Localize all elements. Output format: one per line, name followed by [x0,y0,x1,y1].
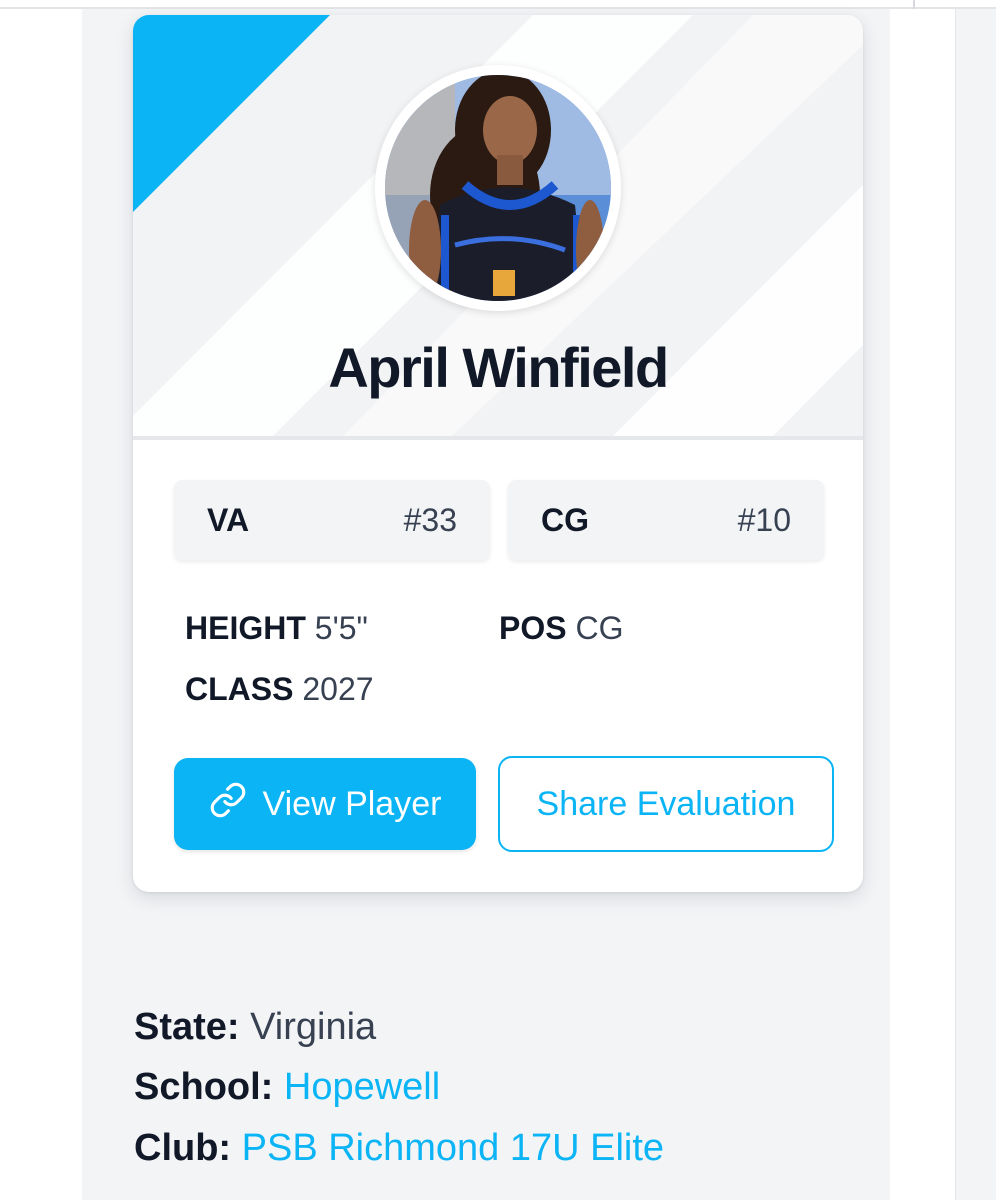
position-rank-label: CG [541,502,589,538]
club-line: Club: PSB Richmond 17U Elite [134,1127,664,1170]
class-label: CLASS [185,671,294,707]
player-photo [385,75,611,301]
share-evaluation-button[interactable]: Share Evaluation [498,756,834,852]
height-stat: HEIGHT 5'5" [185,610,368,647]
position-rank-value: #10 [737,502,791,538]
state-label: State: [134,1006,240,1048]
avatar-frame [375,65,621,311]
card-header: April Winfield [133,15,863,436]
height-value: 5'5" [314,610,368,646]
player-name: April Winfield [328,336,669,399]
club-link[interactable]: PSB Richmond 17U Elite [242,1127,664,1169]
school-label: School: [134,1066,274,1108]
class-stat: CLASS 2027 [185,671,374,708]
class-value: 2027 [302,671,374,707]
avatar [385,75,611,301]
position-rank-box: CG #10 [508,480,824,560]
height-label: HEIGHT [185,610,306,646]
pos-value: CG [575,610,624,646]
state-value: Virginia [250,1006,377,1048]
header-divider [133,436,863,440]
state-line: State: Virginia [134,1006,376,1049]
pos-label: POS [499,610,567,646]
position-stat: POS CG [499,610,623,647]
club-label: Club: [134,1127,232,1169]
state-rank-label: VA [207,502,250,538]
state-rank-value: #33 [403,502,457,538]
school-link[interactable]: Hopewell [284,1066,440,1108]
top-divider-tick [913,0,915,9]
right-gutter [955,9,996,1200]
view-player-label: View Player [262,784,442,823]
link-icon [209,781,247,828]
state-rank-box: VA #33 [174,480,490,560]
view-player-button[interactable]: View Player [174,758,476,850]
school-line: School: Hopewell [134,1066,440,1109]
player-card: April Winfield VA #33 CG #10 HEIGHT 5'5"… [133,15,863,892]
